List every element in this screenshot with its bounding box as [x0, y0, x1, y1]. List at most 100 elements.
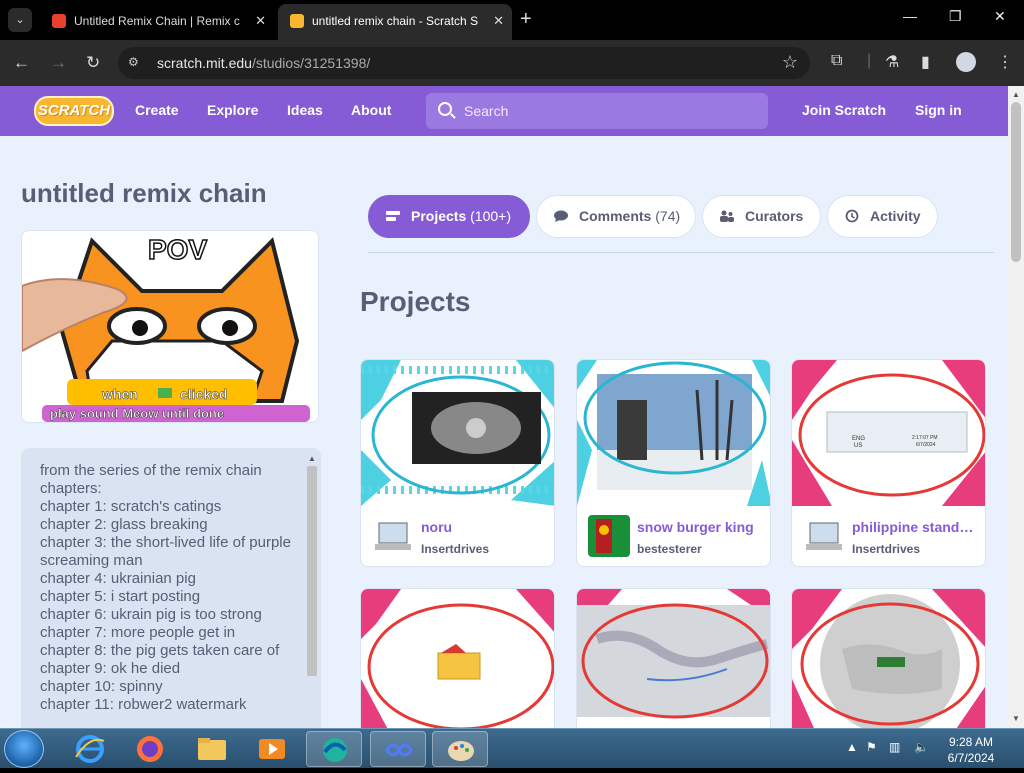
project-card[interactable]: noru Insertdrives	[360, 359, 555, 567]
tab-curators[interactable]: Curators	[702, 195, 821, 238]
project-owner[interactable]: Insertdrives	[852, 542, 920, 556]
scroll-down-arrow-icon[interactable]: ▼	[1012, 714, 1020, 723]
join-scratch-link[interactable]: Join Scratch	[802, 102, 886, 118]
minimize-icon[interactable]: —	[903, 8, 917, 24]
project-thumbnail[interactable]	[577, 589, 770, 728]
nav-about[interactable]: About	[351, 102, 391, 118]
system-clock[interactable]: 9:28 AM 6/7/2024	[940, 734, 1002, 766]
project-thumbnail-art: ENG US 2:17:07 PM 6/7/2024	[792, 360, 985, 506]
paint-palette-icon[interactable]	[432, 731, 488, 767]
forward-arrow-icon[interactable]: →	[50, 53, 67, 73]
close-tab-icon[interactable]: ✕	[255, 6, 266, 36]
close-tab-icon[interactable]: ✕	[493, 4, 504, 38]
owner-avatar[interactable]	[803, 515, 845, 557]
scratch-logo[interactable]: SCRATCH	[34, 96, 114, 126]
nav-explore[interactable]: Explore	[207, 102, 258, 118]
project-thumbnail[interactable]	[792, 589, 985, 728]
search-icon	[438, 102, 452, 116]
bookmark-star-icon[interactable]: ☆	[782, 52, 798, 73]
project-card[interactable]: ENG US 2:17:07 PM 6/7/2024 philippine st…	[791, 359, 986, 567]
screen-lang2-text: US	[854, 443, 862, 449]
project-thumbnail[interactable]	[577, 360, 770, 506]
network-icon[interactable]: ▥	[889, 740, 900, 754]
tab-activity[interactable]: Activity	[827, 195, 938, 238]
restore-icon[interactable]: ❐	[949, 8, 962, 25]
description-line: from the series of the remix chain	[40, 462, 262, 479]
projects-icon	[386, 211, 400, 221]
project-title[interactable]: snow burger king	[637, 519, 765, 535]
project-thumbnail[interactable]: ENG US 2:17:07 PM 6/7/2024	[792, 360, 985, 506]
project-owner[interactable]: Insertdrives	[421, 542, 489, 556]
project-card[interactable]	[791, 588, 986, 728]
file-explorer-folder-icon[interactable]	[184, 731, 240, 767]
studio-description[interactable]: from the series of the remix chain chapt…	[21, 448, 321, 728]
project-thumbnail[interactable]	[361, 360, 554, 506]
description-scrollbar[interactable]: ▲	[304, 452, 318, 728]
description-line: chapter 10: spinny	[40, 678, 163, 695]
volume-muted-icon[interactable]: 🔈	[914, 740, 929, 754]
reload-icon[interactable]: ↻	[86, 53, 100, 73]
description-line: chapter 11: robwer2 watermark	[40, 696, 247, 713]
sign-in-link[interactable]: Sign in	[915, 102, 962, 118]
tab-projects[interactable]: Projects (100+)	[368, 195, 530, 238]
scratch-red-favicon-icon	[52, 14, 66, 28]
firefox-icon[interactable]	[122, 731, 178, 767]
project-owner[interactable]: bestesterer	[637, 542, 702, 556]
tab-count: (74)	[655, 208, 681, 224]
description-text: from the series of the remix chain chapt…	[40, 462, 302, 714]
tab-title: Untitled Remix Chain | Remix c	[74, 14, 240, 28]
tab-comments[interactable]: Comments (74)	[536, 195, 696, 238]
project-title[interactable]: philippine standard time	[852, 519, 980, 535]
scroll-up-arrow-icon[interactable]: ▲	[1012, 90, 1020, 99]
screen-time-text: 2:17:07 PM	[912, 435, 938, 441]
site-info-tune-icon[interactable]: ⚙	[128, 55, 144, 71]
page-scrollbar[interactable]: ▲ ▼	[1008, 86, 1024, 728]
thumb-pov-text: POV	[148, 234, 207, 265]
owner-avatar[interactable]	[588, 515, 630, 557]
thumb-play-sound-text: play sound Meow until done	[50, 406, 224, 421]
media-player-icon[interactable]	[244, 731, 300, 767]
studio-thumbnail: POV when clicked play sound Meow until d…	[21, 230, 319, 423]
new-tab-plus-icon[interactable]: +	[520, 8, 532, 30]
studio-thumbnail-art: POV when clicked play sound Meow until d…	[22, 231, 318, 422]
windows-taskbar: ▲ ⚑ ▥ 🔈 9:28 AM 6/7/2024	[0, 728, 1024, 768]
comment-bubble-icon	[554, 210, 568, 222]
project-thumbnail-art	[792, 589, 985, 728]
kebab-menu-icon[interactable]: ⋮	[997, 52, 1013, 72]
nav-ideas[interactable]: Ideas	[287, 102, 323, 118]
project-title[interactable]: noru	[421, 519, 549, 535]
profile-avatar-icon[interactable]	[956, 52, 976, 72]
infinity-app-icon[interactable]	[370, 731, 426, 767]
start-button-windows-icon[interactable]	[4, 730, 44, 768]
scroll-up-arrow-icon[interactable]: ▲	[308, 454, 316, 463]
window-close-icon[interactable]: ✕	[994, 8, 1006, 25]
nav-create[interactable]: Create	[135, 102, 179, 118]
project-card[interactable]	[576, 588, 771, 728]
owner-avatar[interactable]	[372, 515, 414, 557]
browser-tab-1[interactable]: Untitled Remix Chain | Remix c ✕	[40, 6, 274, 36]
side-panel-icon[interactable]: ▮	[921, 52, 930, 72]
project-thumbnail[interactable]	[361, 589, 554, 728]
internet-explorer-icon[interactable]	[62, 731, 118, 767]
activity-history-icon	[845, 209, 859, 223]
project-card[interactable]	[360, 588, 555, 728]
project-card[interactable]: snow burger king bestesterer	[576, 359, 771, 567]
show-hidden-icons-chevron-icon[interactable]: ▲	[846, 740, 858, 754]
labs-flask-icon[interactable]: ⚗	[885, 52, 899, 72]
description-line: chapters:	[40, 480, 102, 497]
extensions-puzzle-icon[interactable]: ⧉	[831, 52, 842, 70]
browser-tab-2[interactable]: untitled remix chain - Scratch S ✕	[278, 4, 512, 40]
address-bar[interactable]: ⚙ scratch.mit.edu/studios/31251398/ ☆	[118, 47, 810, 79]
burger-king-avatar-icon	[588, 515, 630, 557]
page-scroll-thumb[interactable]	[1011, 102, 1021, 262]
description-line: chapter 9: ok he died	[40, 660, 181, 677]
description-scroll-thumb[interactable]	[307, 466, 317, 676]
tab-count: (100+)	[470, 208, 511, 224]
edge-browser-icon[interactable]	[306, 731, 362, 767]
back-arrow-icon[interactable]: ←	[13, 53, 30, 73]
tab-label: Activity	[870, 208, 921, 224]
search-input[interactable]	[464, 101, 754, 121]
tab-search-chevron-icon[interactable]: ⌄	[8, 8, 32, 32]
computer-avatar-icon	[372, 515, 414, 557]
action-center-flag-icon[interactable]: ⚑	[866, 740, 877, 754]
